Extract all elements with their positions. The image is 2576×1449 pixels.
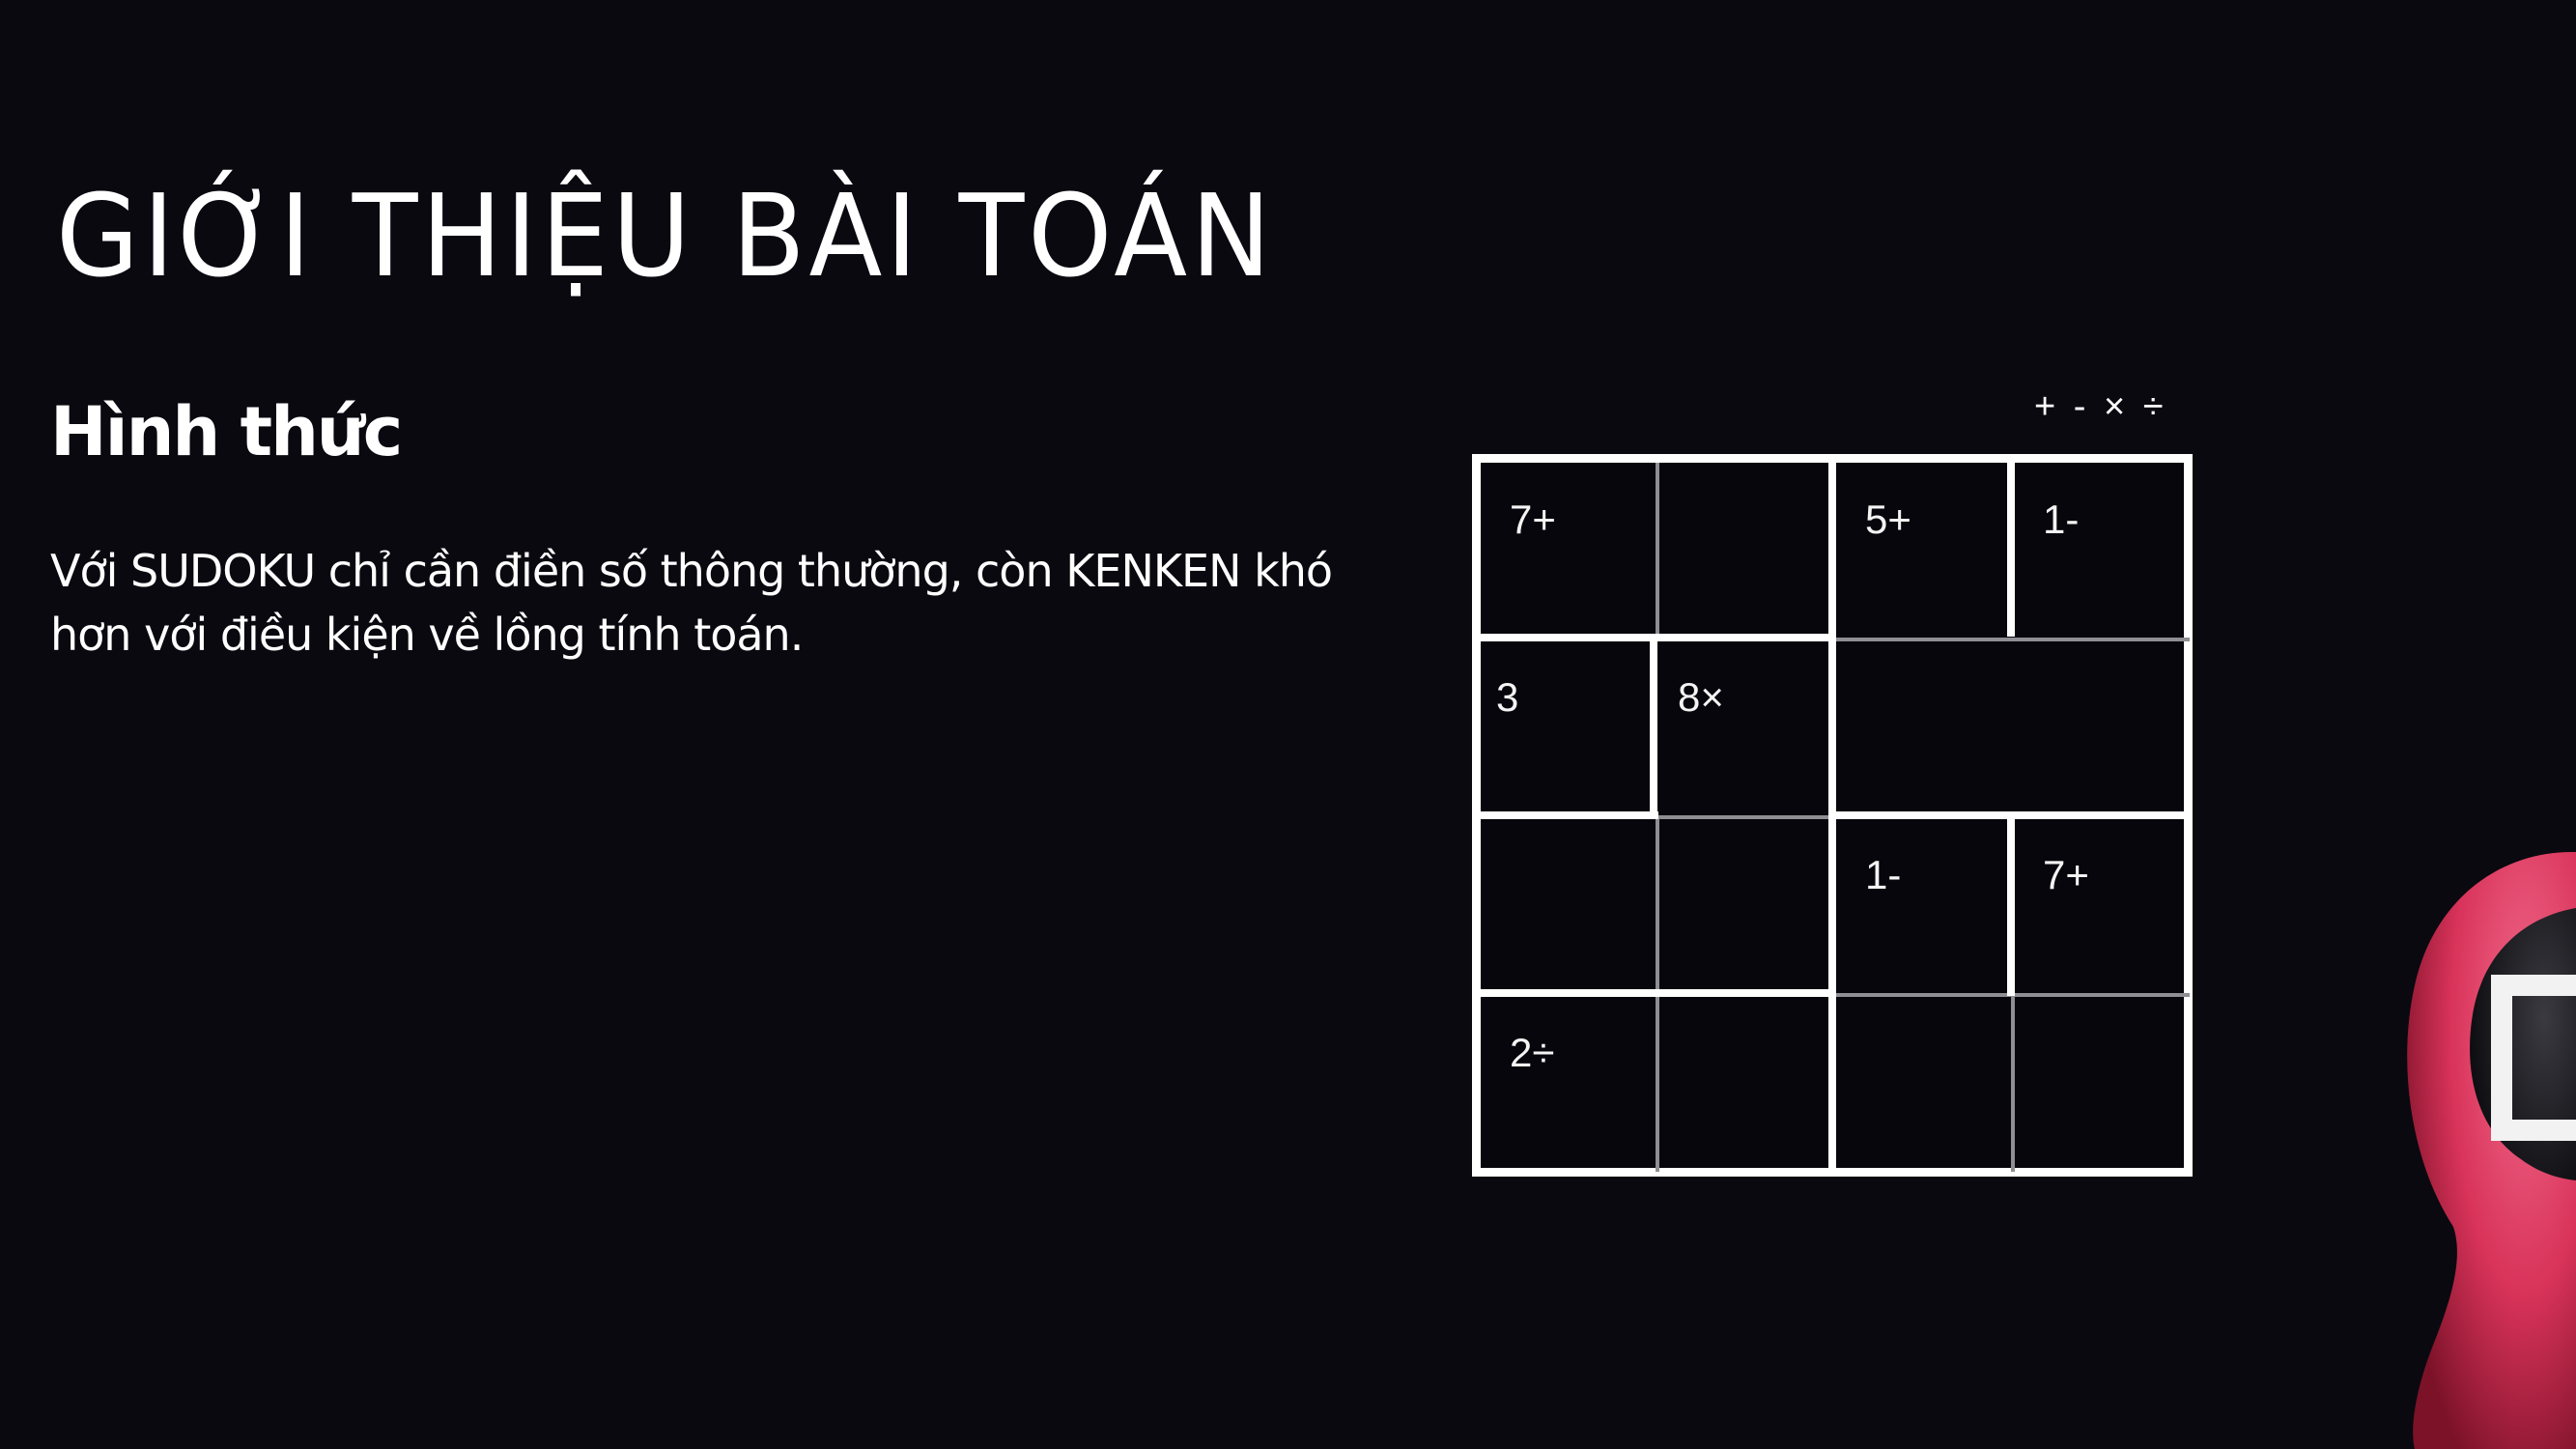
kenken-cell[interactable]: 2÷	[1481, 996, 1658, 1174]
kenken-cell[interactable]	[1481, 818, 1658, 996]
description-line-1: Với SUDOKU chỉ cần điền số thông thường,…	[50, 545, 1333, 597]
cage-border	[2007, 463, 2015, 637]
cage-border	[1481, 989, 1836, 997]
grid-line	[1656, 463, 1659, 637]
squid-game-guard-mask-icon	[2318, 840, 2576, 1449]
kenken-cell[interactable]	[1658, 818, 1836, 996]
cage-clue: 2÷	[1510, 1030, 1555, 1075]
kenken-cell[interactable]	[2014, 996, 2192, 1174]
cage-clue: 7+	[2043, 852, 2089, 897]
description-line-2: hơn với điều kiện về lồng tính toán.	[50, 609, 804, 661]
cage-clue: 1-	[1865, 852, 1902, 897]
kenken-cell[interactable]: 7+	[2014, 818, 2192, 996]
kenken-cell[interactable]	[1658, 996, 1836, 1174]
kenken-cell[interactable]: 7+	[1481, 463, 1658, 640]
slide-title: GIỚI THIỆU BÀI TOÁN	[56, 169, 1275, 302]
cage-clue: 1-	[2043, 497, 2080, 542]
section-subtitle: Hình thức	[50, 392, 403, 471]
cage-border	[1836, 811, 2190, 819]
kenken-cell[interactable]: 8×	[1658, 640, 1836, 818]
kenken-cell[interactable]: 1-	[2014, 463, 2192, 640]
operators-label: + - × ÷	[2034, 386, 2167, 427]
kenken-cell[interactable]	[1836, 996, 2014, 1174]
cage-border	[1650, 637, 1657, 818]
kenken-cell[interactable]	[2014, 640, 2192, 818]
kenken-cell[interactable]: 1-	[1836, 818, 2014, 996]
kenken-cell[interactable]: 5+	[1836, 463, 2014, 640]
slide: GIỚI THIỆU BÀI TOÁN Hình thức Với SUDOKU…	[0, 0, 2576, 1449]
cage-clue: 3	[1496, 674, 1519, 720]
description-text: Với SUDOKU chỉ cần điền số thông thường,…	[50, 539, 1383, 667]
cage-clue: 7+	[1510, 497, 1556, 542]
grid-line	[1836, 638, 2190, 641]
grid-line	[1658, 815, 1834, 819]
kenken-cell[interactable]	[1658, 463, 1836, 640]
cage-clue: 8×	[1678, 674, 1724, 720]
cage-border	[1481, 634, 1836, 641]
kenken-cell[interactable]	[1836, 640, 2014, 818]
kenken-grid: 7+ 5+ 1- 3 8× 1- 7+ 2÷	[1472, 454, 2193, 1177]
cage-border	[1828, 463, 1836, 1172]
cage-clue: 5+	[1865, 497, 1911, 542]
grid-line	[2011, 996, 2015, 1172]
cage-border	[1481, 811, 1658, 819]
cage-border	[2007, 816, 2015, 996]
kenken-cell[interactable]: 3	[1481, 640, 1658, 818]
